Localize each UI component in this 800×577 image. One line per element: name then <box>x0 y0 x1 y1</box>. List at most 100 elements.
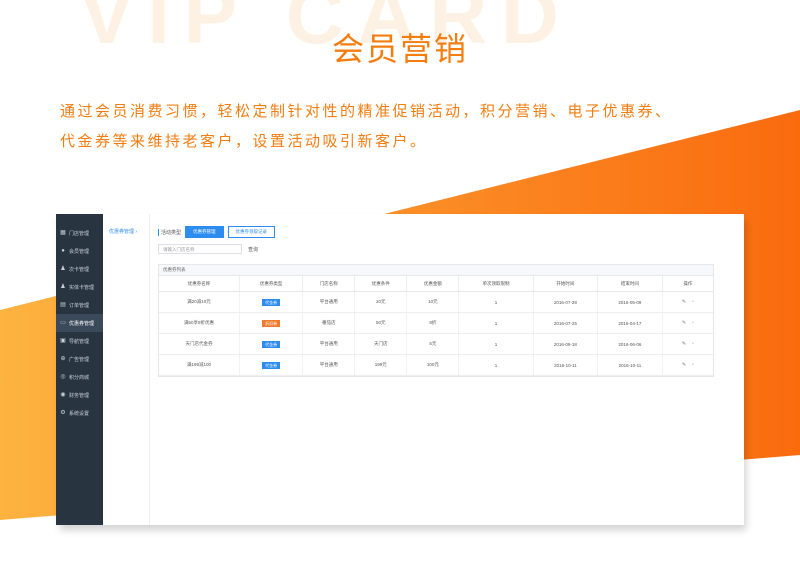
settings-icon: ⚙ <box>60 410 66 416</box>
cell-name: 满50享8折优惠 <box>159 312 240 334</box>
table-row: 满50享8折优惠 折扣券 番茄店 50元 8折 1 2016-07-25 201… <box>159 312 713 334</box>
sidebar-item-label: 实体卡管理 <box>69 284 95 291</box>
delete-icon[interactable]: ▫ <box>692 362 694 368</box>
table-header-row: 优惠券名称 优惠券类型 门店名称 优惠条件 优惠金额 单次领取限制 开始时间 结… <box>159 276 713 292</box>
sidebar-item-finance[interactable]: ◉ 财务管理 <box>56 386 103 404</box>
search-row: 请输入门店名称 查询 <box>158 244 714 254</box>
cell-actions: ✎ ▫ <box>661 333 713 355</box>
sidebar-item-label: 次卡管理 <box>69 266 90 273</box>
main-content: 活动类型 优惠券管理 优惠券领取记录 请输入门店名称 查询 优惠券列表 优惠券名… <box>150 214 744 525</box>
hero-description-line-1: 通过会员消费习惯，轻松定制针对性的精准促销活动，积分营销、电子优惠券、 <box>60 102 673 120</box>
edit-icon[interactable]: ✎ <box>682 362 686 368</box>
table-row: 满20减10元 代金券 平台通用 20元 10元 1 2016-07-28 20… <box>159 291 713 313</box>
cell-store: 平台通用 <box>302 354 355 376</box>
cell-amount: 8折 <box>406 312 459 334</box>
sidebar-item-coupons[interactable]: ▭ 优惠券管理 <box>56 314 103 332</box>
tabs-label: 活动类型 <box>158 228 181 236</box>
sidebar-item-points-mall[interactable]: ◎ 积分商城 <box>56 368 103 386</box>
subnav-item-coupons[interactable]: 优惠券管理 › <box>103 228 149 235</box>
sidebar-item-members[interactable]: ● 会员管理 <box>56 242 103 260</box>
edit-icon[interactable]: ✎ <box>682 341 686 347</box>
tab-coupon-records[interactable]: 优惠券领取记录 <box>227 226 276 238</box>
cell-limit: 1 <box>458 291 534 313</box>
cell-amount: 5元 <box>406 333 459 355</box>
cell-type: 代金券 <box>239 354 303 376</box>
panel-title: 优惠券列表 <box>159 265 713 276</box>
coupon-icon: ▭ <box>60 320 66 326</box>
cell-start: 2016-10-11 <box>532 354 598 376</box>
edit-icon[interactable]: ✎ <box>682 320 686 326</box>
column-header: 优惠条件 <box>354 276 407 292</box>
cell-end: 2016-06-06 <box>597 333 663 355</box>
points-icon: ◎ <box>60 374 66 380</box>
cell-start: 2016-07-25 <box>532 312 598 334</box>
cell-limit: 1 <box>458 312 534 334</box>
cell-start: 2016-09-18 <box>532 333 598 355</box>
sidebar-item-label: 系统设置 <box>69 410 90 417</box>
sidebar: ▦ 门店管理 ● 会员管理 ♟ 次卡管理 ♟ 实体卡管理 ▤ 订单管理 ▭ 优惠券管理 ▣ 导… <box>56 214 103 525</box>
type-badge: 代金券 <box>262 340 281 348</box>
sidebar-item-label: 财务管理 <box>69 392 90 399</box>
sidebar-item-label: 会员管理 <box>69 248 90 255</box>
ad-icon: ⊕ <box>60 356 66 362</box>
cell-limit: 1 <box>458 333 534 355</box>
type-badge: 代金券 <box>262 298 281 306</box>
column-header: 门店名称 <box>302 276 355 292</box>
cell-actions: ✎ ▫ <box>661 312 713 334</box>
sidebar-item-orders[interactable]: ▤ 订单管理 <box>56 296 103 314</box>
cell-store: 番茄店 <box>302 312 355 334</box>
cell-name: 满20减10元 <box>159 291 240 313</box>
sidebar-item-physical-card[interactable]: ♟ 实体卡管理 <box>56 278 103 296</box>
store-icon: ▦ <box>60 230 66 236</box>
cell-amount: 100元 <box>406 354 459 376</box>
cell-end: 2016-10-11 <box>597 354 663 376</box>
table-row: 天门店代金券 代金券 平台通用 天门店 5元 1 2016-09-18 2016… <box>159 333 713 355</box>
column-header: 优惠金额 <box>406 276 459 292</box>
coupon-table: 优惠券名称 优惠券类型 门店名称 优惠条件 优惠金额 单次领取限制 开始时间 结… <box>159 276 713 376</box>
hero-description-line-2: 代金券等来维持老客户，设置活动吸引新客户。 <box>60 132 428 150</box>
sub-navigation: 优惠券管理 › <box>103 214 150 525</box>
sidebar-item-store[interactable]: ▦ 门店管理 <box>56 224 103 242</box>
app-window: ▦ 门店管理 ● 会员管理 ♟ 次卡管理 ♟ 实体卡管理 ▤ 订单管理 ▭ 优惠券管理 ▣ 导… <box>56 214 744 525</box>
delete-icon[interactable]: ▫ <box>692 341 694 347</box>
type-badge: 代金券 <box>262 361 281 369</box>
store-search-input[interactable]: 请输入门店名称 <box>158 244 242 254</box>
cell-limit: 1 <box>458 354 534 376</box>
table-row: 满199减100 代金券 平台通用 199元 100元 1 2016-10-11… <box>159 354 713 376</box>
sidebar-item-navigation[interactable]: ▣ 导航管理 <box>56 332 103 350</box>
cell-condition: 50元 <box>354 312 407 334</box>
sidebar-item-label: 门店管理 <box>69 230 90 237</box>
delete-icon[interactable]: ▫ <box>692 320 694 326</box>
sidebar-item-label: 广告管理 <box>69 356 90 363</box>
sidebar-item-ads[interactable]: ⊕ 广告管理 <box>56 350 103 368</box>
search-button[interactable]: 查询 <box>248 246 258 253</box>
column-header: 单次领取限制 <box>458 276 534 292</box>
sidebar-item-times-card[interactable]: ♟ 次卡管理 <box>56 260 103 278</box>
column-header: 操作 <box>661 276 713 292</box>
cell-store: 平台通用 <box>302 333 355 355</box>
nav-icon: ▣ <box>60 338 66 344</box>
cell-type: 折扣券 <box>239 312 303 334</box>
cell-end: 2016-04-17 <box>597 312 663 334</box>
cell-condition: 199元 <box>354 354 407 376</box>
cell-end: 2016-05-09 <box>597 291 663 313</box>
finance-icon: ◉ <box>60 392 66 398</box>
sidebar-item-label: 订单管理 <box>69 302 90 309</box>
members-icon: ● <box>61 248 65 254</box>
tabs-row: 活动类型 优惠券管理 优惠券领取记录 <box>158 226 714 238</box>
column-header: 结束时间 <box>597 276 663 292</box>
sidebar-item-label: 积分商城 <box>69 374 90 381</box>
tab-coupon-management[interactable]: 优惠券管理 <box>185 226 224 238</box>
user-card-icon: ♟ <box>60 266 66 272</box>
card-icon: ♟ <box>60 284 66 290</box>
cell-name: 满199减100 <box>159 354 240 376</box>
column-header: 开始时间 <box>532 276 598 292</box>
cell-condition: 天门店 <box>354 333 407 355</box>
sidebar-item-settings[interactable]: ⚙ 系统设置 <box>56 404 103 422</box>
edit-icon[interactable]: ✎ <box>682 299 686 305</box>
delete-icon[interactable]: ▫ <box>692 299 694 305</box>
coupon-list-panel: 优惠券列表 优惠券名称 优惠券类型 门店名称 优惠条件 优惠金额 单次领取限制 … <box>158 264 714 377</box>
type-badge: 折扣券 <box>262 319 281 327</box>
cell-type: 代金券 <box>239 333 303 355</box>
column-header: 优惠券名称 <box>159 276 240 292</box>
